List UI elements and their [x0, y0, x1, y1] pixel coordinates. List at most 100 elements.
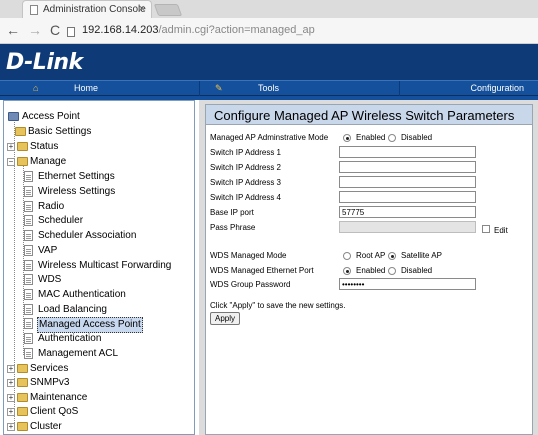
pass-phrase-input[interactable] [339, 221, 476, 233]
tree-label: Authentication [38, 333, 102, 344]
url-field[interactable]: 192.168.14.203/admin.cgi?action=managed_… [82, 24, 315, 36]
folder-icon [17, 422, 28, 431]
tree-label: Wireless Settings [38, 186, 116, 197]
expand-icon[interactable]: + [7, 408, 15, 416]
field-label: WDS Managed Mode [210, 251, 287, 260]
tree-label: Ethernet Settings [38, 171, 115, 182]
menu-home[interactable]: ⌂ Home [0, 81, 200, 96]
switch-ip-1-row: Switch IP Address 1 [210, 146, 528, 160]
radio-label: Enabled [356, 266, 386, 275]
access-point-icon [8, 112, 19, 121]
menu-configuration-label: Configuration [470, 83, 524, 93]
content-area: Configure Managed AP Wireless Switch Par… [199, 100, 538, 435]
expand-icon[interactable]: + [7, 379, 15, 387]
page-icon [24, 171, 33, 182]
tree-label: Scheduler Association [38, 230, 137, 241]
folder-icon [17, 378, 28, 387]
page-icon [24, 333, 33, 344]
page-icon [24, 348, 33, 359]
url-host: 192.168.14.203 [82, 24, 159, 36]
radio-label: Disabled [401, 133, 433, 142]
base-ip-port-input[interactable] [339, 206, 476, 218]
menu-tools[interactable]: ✎ Tools [200, 81, 400, 96]
tree-label: Basic Settings [28, 126, 92, 137]
header-bar: D-Link [0, 44, 538, 80]
field-label: Switch IP Address 4 [210, 193, 281, 202]
admin-mode-disabled-radio[interactable] [388, 134, 396, 142]
switch-ip-4-input[interactable] [339, 191, 476, 203]
tools-icon: ✎ [215, 83, 223, 93]
edit-checkbox[interactable] [482, 225, 490, 233]
tree-label: Client QoS [30, 406, 79, 417]
tree-label: Load Balancing [38, 304, 107, 315]
tree-label: Manage [30, 156, 67, 167]
reload-icon[interactable]: C [50, 22, 60, 38]
tree-label: WDS [38, 274, 62, 285]
switch-ip-4-row: Switch IP Address 4 [210, 191, 528, 205]
expand-icon[interactable]: + [7, 394, 15, 402]
new-tab-button[interactable] [153, 4, 183, 16]
save-note: Click "Apply" to save the new settings. [210, 301, 346, 310]
wds-eth-enabled-radio[interactable] [343, 267, 351, 275]
switch-ip-2-input[interactable] [339, 161, 476, 173]
field-label: Base IP port [210, 208, 254, 217]
expand-icon[interactable]: + [7, 423, 15, 431]
folder-icon [17, 393, 28, 402]
tree-label: Status [30, 141, 59, 152]
dlink-logo: D-Link [6, 50, 83, 75]
folder-open-icon [17, 157, 28, 166]
pass-phrase-row: Pass Phrase Edit [210, 221, 528, 235]
address-bar: ← → C 192.168.14.203/admin.cgi?action=ma… [0, 18, 538, 44]
apply-button[interactable]: Apply [210, 312, 240, 325]
wds-eth-disabled-radio[interactable] [388, 267, 396, 275]
top-menu: ⌂ Home ✎ Tools Configuration [0, 80, 538, 96]
field-label: Pass Phrase [210, 223, 256, 232]
folder-icon [15, 127, 26, 136]
tree-label: Wireless Multicast Forwarding [38, 260, 172, 271]
folder-icon [17, 364, 28, 373]
radio-label: Enabled [356, 133, 386, 142]
page-icon [24, 215, 33, 226]
home-icon: ⌂ [33, 83, 39, 93]
tree-root-label: Access Point [22, 111, 80, 122]
tree-label: Scheduler [38, 215, 84, 226]
form-title: Configure Managed AP Wireless Switch Par… [206, 105, 532, 125]
tree-label: Managed Access Point [37, 317, 143, 333]
forward-icon[interactable]: → [28, 22, 42, 38]
folder-icon [17, 407, 28, 416]
managed-ap-form: Configure Managed AP Wireless Switch Par… [205, 104, 533, 435]
menu-home-label: Home [74, 83, 99, 93]
tree-label: Cluster [30, 421, 62, 432]
browser-tab[interactable]: Administration Console × [22, 0, 152, 18]
menu-configuration[interactable]: Configuration [400, 81, 538, 96]
field-label: Switch IP Address 3 [210, 178, 281, 187]
wds-group-password-input[interactable] [339, 278, 476, 290]
admin-mode-enabled-radio[interactable] [343, 134, 351, 142]
expand-icon[interactable]: + [7, 143, 15, 151]
radio-label: Disabled [401, 266, 433, 275]
switch-ip-3-row: Switch IP Address 3 [210, 176, 528, 190]
field-label: Switch IP Address 2 [210, 163, 281, 172]
checkbox-label: Edit [494, 226, 508, 235]
expand-icon[interactable]: + [7, 365, 15, 373]
field-label: Managed AP Adminstrative Mode [210, 133, 329, 142]
back-icon[interactable]: ← [6, 22, 20, 38]
page-icon [30, 5, 38, 15]
collapse-icon[interactable]: − [7, 158, 15, 166]
switch-ip-3-input[interactable] [339, 176, 476, 188]
tab-close-icon[interactable]: × [139, 3, 145, 15]
wds-root-ap-radio[interactable] [343, 252, 351, 260]
base-ip-port-row: Base IP port [210, 206, 528, 220]
radio-label: Root AP [356, 251, 386, 260]
tree-label: VAP [38, 245, 58, 256]
tree-label: Management ACL [38, 348, 119, 359]
field-label: Switch IP Address 1 [210, 148, 281, 157]
tab-title: Administration Console [43, 4, 146, 15]
switch-ip-2-row: Switch IP Address 2 [210, 161, 528, 175]
page-icon [67, 27, 75, 37]
wds-satellite-ap-radio[interactable] [388, 252, 396, 260]
url-path: /admin.cgi?action=managed_ap [158, 24, 315, 36]
switch-ip-1-input[interactable] [339, 146, 476, 158]
page-icon [24, 230, 33, 241]
page-icon [24, 201, 33, 212]
